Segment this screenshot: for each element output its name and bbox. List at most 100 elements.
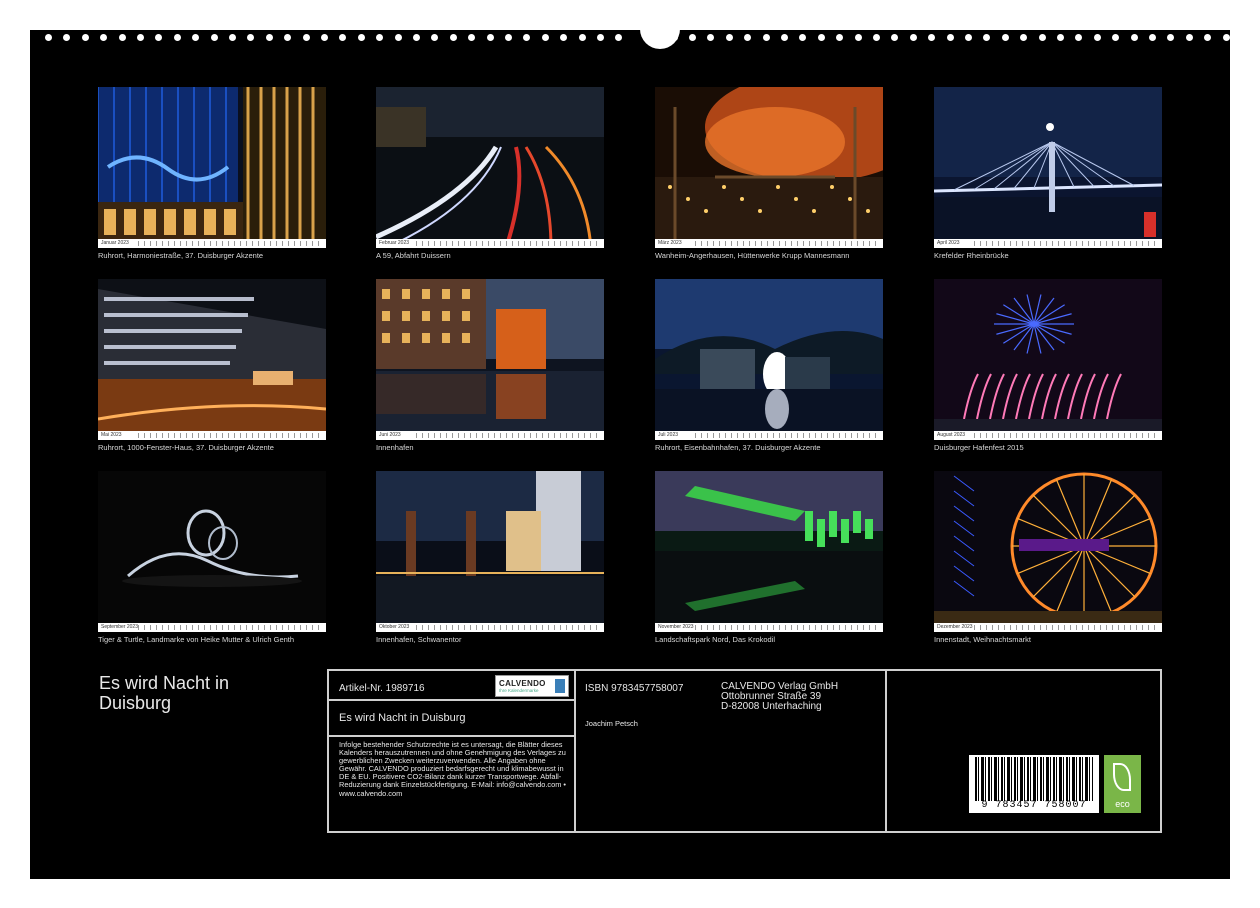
day-cells bbox=[416, 433, 601, 438]
binding-hole bbox=[707, 34, 715, 41]
binding-hole bbox=[284, 34, 292, 41]
divider bbox=[329, 699, 574, 701]
binding-hole bbox=[854, 34, 862, 41]
barcode-bars bbox=[975, 757, 1093, 801]
month-strip: März 2023 bbox=[655, 239, 883, 248]
photo-image bbox=[934, 471, 1162, 632]
month-strip: Februar 2023 bbox=[376, 239, 604, 248]
photo-5: Mai 2023 bbox=[98, 279, 326, 440]
binding-hole bbox=[873, 34, 880, 41]
binding-hole bbox=[63, 34, 71, 41]
barcode-digits: 9 783457 758007 bbox=[981, 800, 1087, 811]
legal-notice: Infolge bestehender Schutzrechte ist es … bbox=[339, 740, 566, 798]
day-cells bbox=[416, 625, 601, 630]
divider bbox=[329, 735, 574, 737]
day-cells bbox=[974, 241, 1159, 246]
photo-7: Juli 2023 bbox=[655, 279, 883, 440]
publisher-address: CALVENDO Verlag GmbH Ottobrunner Straße … bbox=[721, 682, 838, 712]
photo-11: November 2023 bbox=[655, 471, 883, 632]
photo-image bbox=[98, 471, 326, 632]
binding-hole bbox=[339, 34, 347, 41]
binding-hole bbox=[302, 34, 310, 41]
binding-hole bbox=[137, 34, 144, 41]
binding-hole bbox=[1185, 34, 1193, 41]
binding-hole bbox=[560, 34, 568, 41]
author: Joachim Petsch bbox=[585, 719, 638, 728]
title-line-1: Es wird Nacht in bbox=[99, 673, 230, 693]
info-panel: Artikel-Nr. 1989716 CALVENDO Ihre Kalend… bbox=[327, 669, 1162, 833]
photo-image bbox=[376, 471, 604, 632]
binding-hole bbox=[229, 34, 236, 41]
binding-hole bbox=[946, 34, 954, 41]
month-strip: November 2023 bbox=[655, 623, 883, 632]
binding-hole bbox=[1057, 34, 1064, 41]
binding-hole bbox=[155, 34, 163, 41]
photo-caption: Ruhrort, Harmoniestraße, 37. Duisburger … bbox=[98, 251, 264, 260]
month-label: Juni 2023 bbox=[379, 432, 401, 438]
binding-hole bbox=[523, 34, 531, 41]
photo-3: März 2023 bbox=[655, 87, 883, 248]
month-label: Dezember 2023 bbox=[937, 624, 973, 630]
month-label: April 2023 bbox=[937, 240, 960, 246]
binding-hole bbox=[891, 34, 899, 41]
isbn: ISBN 9783457758007 bbox=[585, 683, 684, 694]
binding-hole bbox=[836, 34, 844, 41]
binding-hole bbox=[173, 34, 181, 41]
barcode: 9 783457 758007 bbox=[969, 755, 1099, 813]
binding-hole bbox=[192, 34, 200, 41]
binding-hole bbox=[1112, 34, 1120, 41]
binding-hole bbox=[265, 34, 273, 41]
binding-hole bbox=[394, 34, 402, 41]
photo-image bbox=[655, 471, 883, 632]
binding-hole bbox=[541, 34, 549, 41]
photo-image bbox=[376, 279, 604, 440]
photo-caption: Tiger & Turtle, Landmarke von Heike Mutt… bbox=[98, 635, 295, 644]
photo-image bbox=[655, 279, 883, 440]
month-strip: Juli 2023 bbox=[655, 431, 883, 440]
binding-hole bbox=[376, 34, 384, 41]
binding-hole bbox=[357, 34, 365, 41]
binding-hole bbox=[615, 34, 623, 41]
day-cells bbox=[138, 433, 323, 438]
leaf-icon bbox=[1113, 763, 1131, 791]
publisher-line: D-82008 Unterhaching bbox=[721, 701, 822, 712]
month-strip: April 2023 bbox=[934, 239, 1162, 248]
binding-hole bbox=[505, 34, 512, 41]
photo-caption: Ruhrort, Eisenbahnhafen, 37. Duisburger … bbox=[655, 443, 821, 452]
binding-hole bbox=[210, 34, 218, 41]
binding-hole bbox=[725, 34, 733, 41]
eco-label: eco bbox=[1115, 799, 1130, 809]
binding-hole bbox=[1075, 34, 1083, 41]
spiral-binding bbox=[30, 17, 1230, 49]
photo-caption: Krefelder Rheinbrücke bbox=[934, 251, 1009, 260]
month-strip: Januar 2023 bbox=[98, 239, 326, 248]
day-cells bbox=[416, 241, 601, 246]
day-cells bbox=[695, 625, 880, 630]
logo-subtitle: Ihre Kalendermarke bbox=[499, 688, 539, 693]
binding-hole bbox=[670, 34, 678, 41]
day-cells bbox=[974, 433, 1159, 438]
photo-1: Januar 2023 bbox=[98, 87, 326, 248]
divider bbox=[885, 671, 887, 831]
calvendo-logo: CALVENDO Ihre Kalendermarke bbox=[495, 675, 569, 697]
binding-hole bbox=[1204, 34, 1212, 41]
binding-hole bbox=[689, 34, 696, 41]
binding-hole bbox=[983, 34, 991, 41]
photo-image bbox=[934, 87, 1162, 248]
hanger-notch bbox=[640, 17, 680, 49]
binding-hole bbox=[1093, 34, 1101, 41]
day-cells bbox=[138, 241, 323, 246]
binding-hole bbox=[468, 34, 476, 41]
day-cells bbox=[138, 625, 323, 630]
binding-hole bbox=[578, 34, 586, 41]
binding-hole bbox=[1130, 34, 1138, 41]
binding-hole bbox=[965, 34, 972, 41]
photo-caption: Innenhafen, Schwanentor bbox=[376, 635, 462, 644]
title-line-2: Duisburg bbox=[99, 693, 172, 713]
photo-4: April 2023 bbox=[934, 87, 1162, 248]
logo-mark-icon bbox=[555, 679, 565, 693]
month-label: September 2023 bbox=[101, 624, 138, 630]
binding-hole bbox=[486, 34, 494, 41]
logo-name: CALVENDO bbox=[499, 679, 546, 688]
binding-hole bbox=[909, 34, 917, 41]
